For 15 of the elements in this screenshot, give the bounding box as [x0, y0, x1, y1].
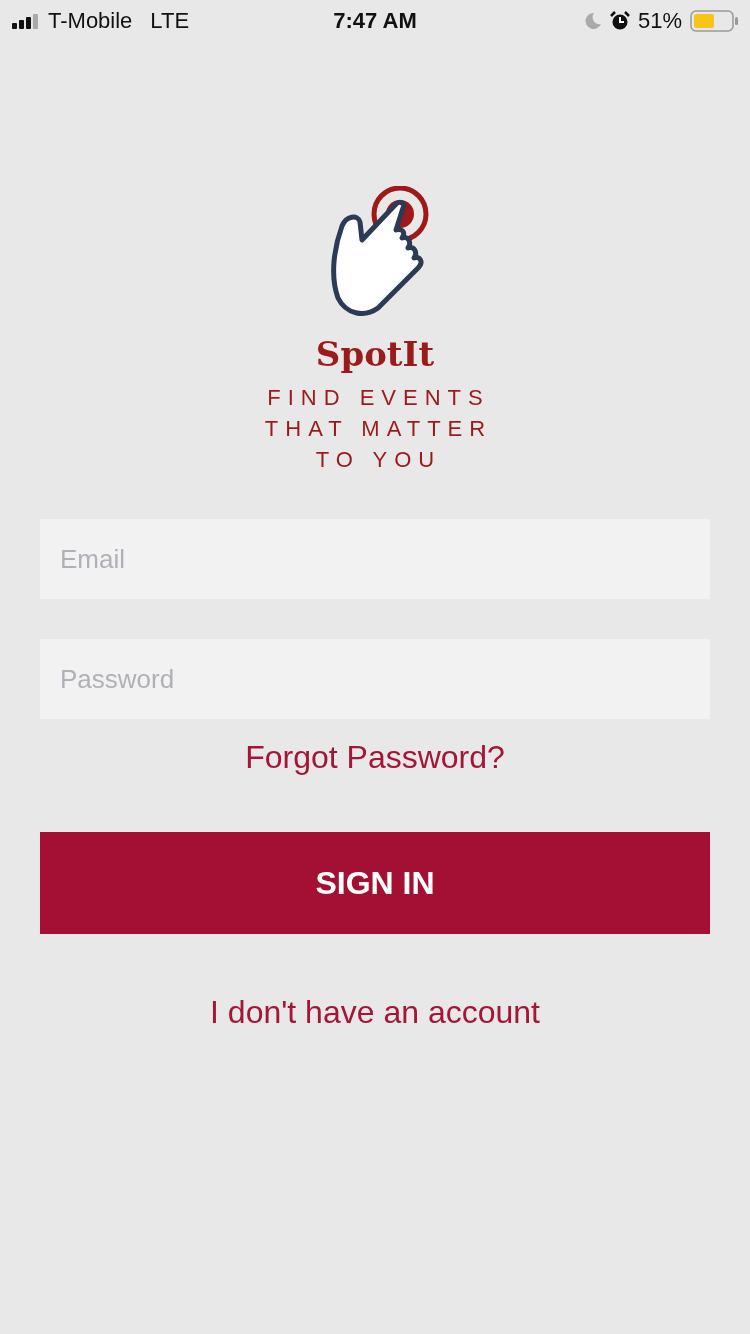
app-name: SpotIt: [315, 334, 435, 374]
create-account-link[interactable]: I don't have an account: [210, 994, 540, 1031]
app-tagline: FIND EVENTS THAT MATTER TO YOU: [263, 384, 493, 474]
network-type: LTE: [150, 8, 190, 34]
carrier-name: T-Mobile: [48, 8, 133, 34]
battery-percentage: 51%: [637, 8, 682, 34]
email-field[interactable]: Email: [40, 519, 710, 599]
alarm-clock-icon: [609, 11, 630, 31]
battery-icon: [690, 10, 738, 32]
signal-icon: [12, 13, 40, 29]
sign-in-button[interactable]: SIGN IN: [40, 832, 710, 934]
forgot-password-link[interactable]: Forgot Password?: [245, 739, 505, 776]
password-field[interactable]: Password: [40, 639, 710, 719]
clock-time: 7:47 AM: [333, 8, 417, 34]
moon-icon: [583, 12, 602, 30]
